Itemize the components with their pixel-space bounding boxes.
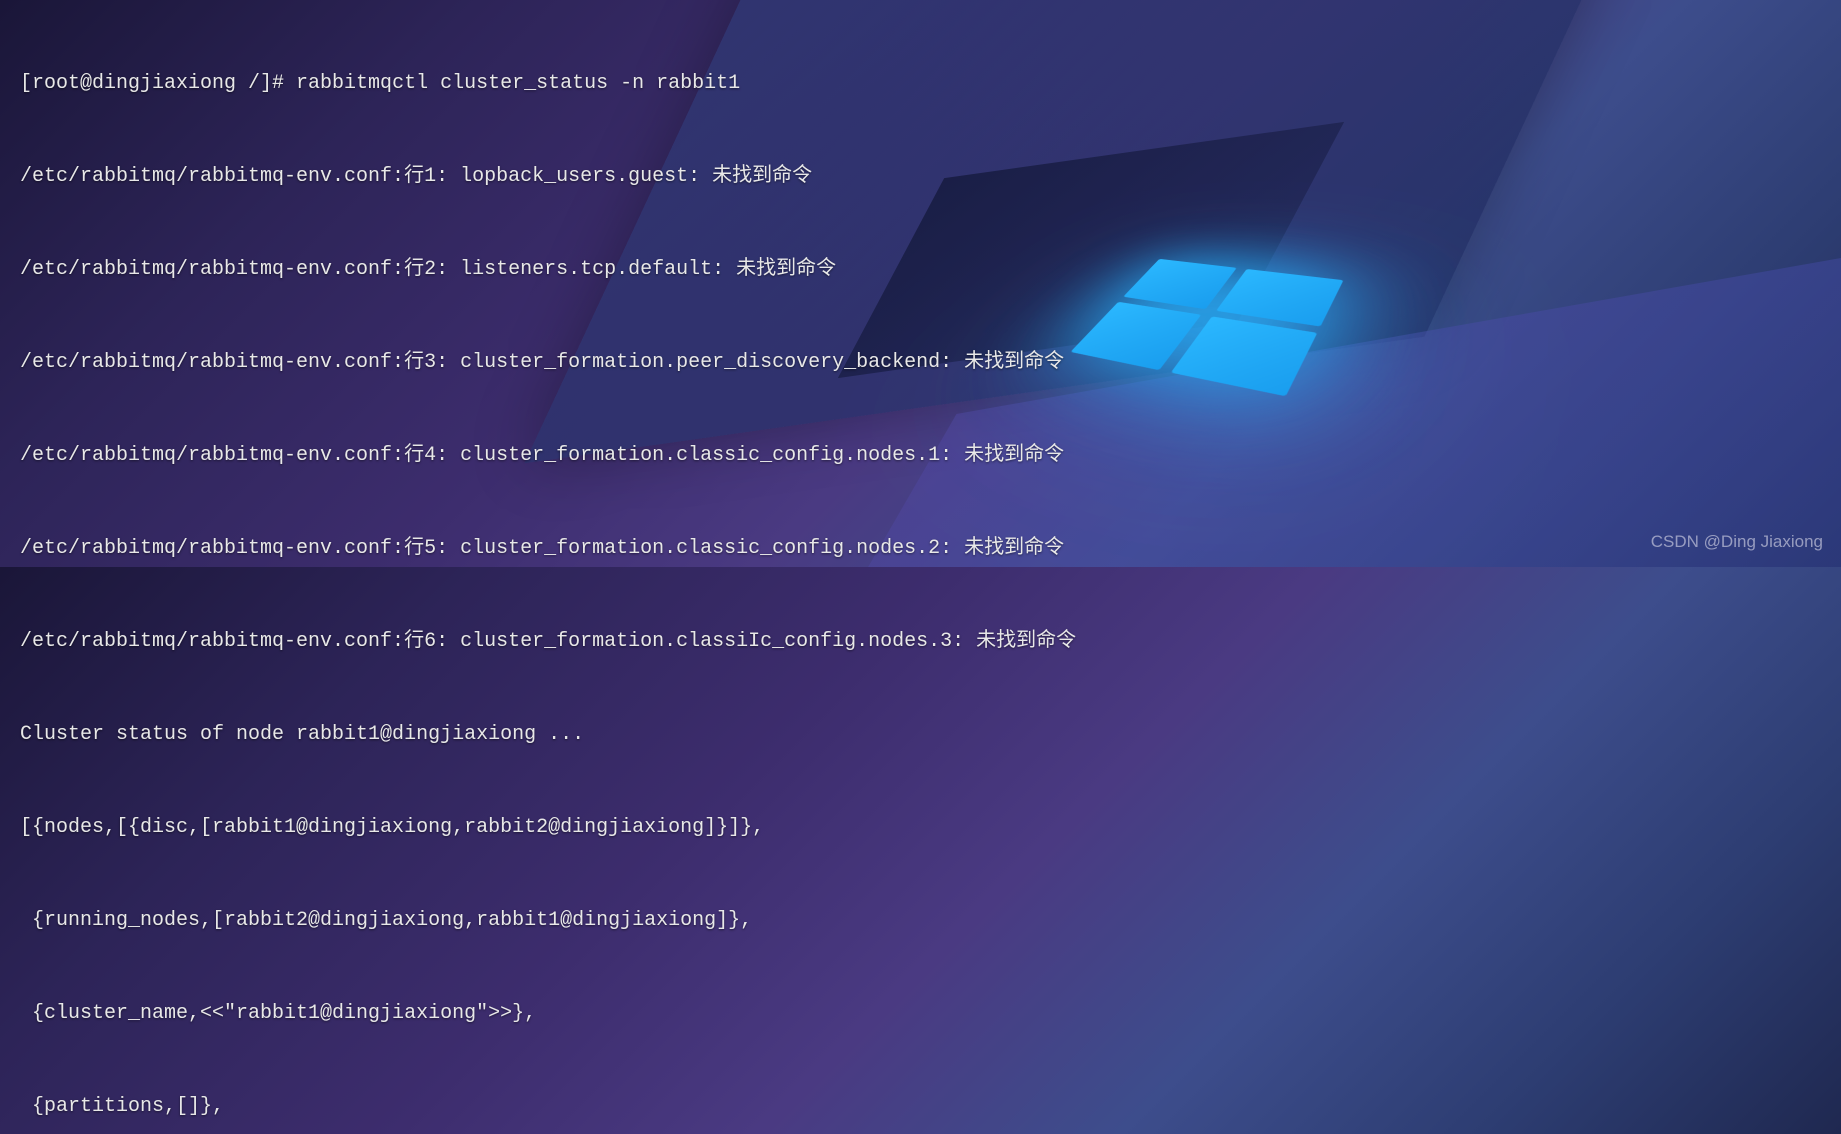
terminal-output-line: /etc/rabbitmq/rabbitmq-env.conf:行4: clus… <box>20 440 1821 471</box>
terminal-command-line: [root@dingjiaxiong /]# rabbitmqctl clust… <box>20 68 1821 99</box>
terminal-output-line: {running_nodes,[rabbit2@dingjiaxiong,rab… <box>20 905 1821 936</box>
terminal-output-line: /etc/rabbitmq/rabbitmq-env.conf:行2: list… <box>20 254 1821 285</box>
shell-prompt: [root@dingjiaxiong /]# <box>20 72 296 95</box>
terminal-output-line: Cluster status of node rabbit1@dingjiaxi… <box>20 719 1821 750</box>
terminal-output-line: [{nodes,[{disc,[rabbit1@dingjiaxiong,rab… <box>20 812 1821 843</box>
terminal-output[interactable]: [root@dingjiaxiong /]# rabbitmqctl clust… <box>0 0 1841 1134</box>
shell-command: rabbitmqctl cluster_status -n rabbit1 <box>296 72 740 95</box>
watermark-text: CSDN @Ding Jiaxiong <box>1651 526 1823 557</box>
terminal-output-line: /etc/rabbitmq/rabbitmq-env.conf:行1: lopb… <box>20 161 1821 192</box>
terminal-output-line: /etc/rabbitmq/rabbitmq-env.conf:行6: clus… <box>20 626 1821 657</box>
terminal-output-line: {cluster_name,<<"rabbit1@dingjiaxiong">>… <box>20 998 1821 1029</box>
terminal-output-line: {partitions,[]}, <box>20 1091 1821 1122</box>
terminal-output-line: /etc/rabbitmq/rabbitmq-env.conf:行3: clus… <box>20 347 1821 378</box>
terminal-output-line: /etc/rabbitmq/rabbitmq-env.conf:行5: clus… <box>20 533 1821 564</box>
